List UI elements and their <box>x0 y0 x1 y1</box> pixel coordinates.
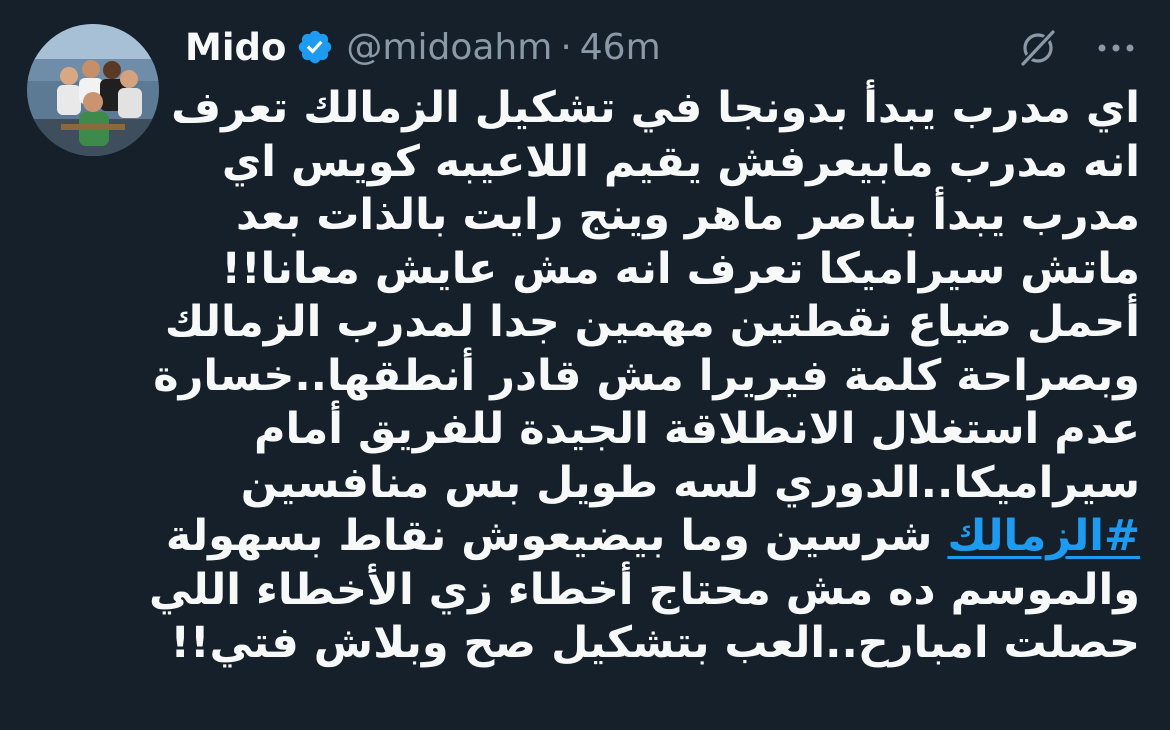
tweet-line: أحمل ضياع نقطتين مهمين جدا لمدرب الزمالك <box>164 297 1140 347</box>
tweet: Mido @midoahm · 46m اي مدرب يبدأ بدونجا … <box>0 0 1170 730</box>
tweet-line: انه مدرب مابيعرفش يقيم اللاعيبه كويس اي <box>221 136 1140 187</box>
tweet-line-with-hashtag: #الزمالك شرسين وما بيضيعوش نقاط بسهولة <box>166 510 1140 564</box>
tweet-line: وبصراحة كلمة فيريرا مش قادر أنطقها..خسار… <box>153 350 1140 401</box>
more-options-button[interactable] <box>1088 22 1144 74</box>
hashtag-link[interactable]: #الزمالك <box>947 511 1140 561</box>
display-name[interactable]: Mido <box>185 26 286 69</box>
tweet-line: عدم استغلال الانطلاقة الجيدة للفريق أمام <box>253 404 1140 454</box>
grok-icon <box>1020 29 1056 67</box>
tweet-line-rest: شرسين وما بيضيعوش نقاط بسهولة <box>165 511 948 561</box>
avatar[interactable] <box>27 24 159 156</box>
verified-badge-icon <box>299 30 332 64</box>
separator-dot: · <box>560 26 572 68</box>
tweet-line: سيراميكا..الدوري لسه طويل بس منافسين <box>240 457 1140 508</box>
profile-photo <box>27 24 159 156</box>
tweet-header: Mido @midoahm · 46m <box>185 20 661 74</box>
tweet-line: ماتش سيراميكا تعرف انه مش عايش معانا!! <box>221 243 1140 294</box>
tweet-line: مدرب يبدأ بناصر ماهر وينج رايت بالذات بع… <box>235 190 1140 240</box>
tweet-line: اي مدرب يبدأ بدونجا في تشكيل الزمالك تعر… <box>171 83 1140 133</box>
timestamp[interactable]: 46m <box>580 27 661 68</box>
tweet-line: حصلت امبارح..العب بتشكيل صح وبلاش فتي!! <box>170 618 1140 668</box>
user-handle[interactable]: @midoahm <box>346 27 552 68</box>
grok-button[interactable] <box>1012 22 1064 74</box>
tweet-text: اي مدرب يبدأ بدونجا في تشكيل الزمالك تعر… <box>149 82 1140 671</box>
more-options-icon <box>1098 44 1134 52</box>
tweet-line: والموسم ده مش محتاج أخطاء زي الأخطاء الل… <box>149 564 1140 615</box>
